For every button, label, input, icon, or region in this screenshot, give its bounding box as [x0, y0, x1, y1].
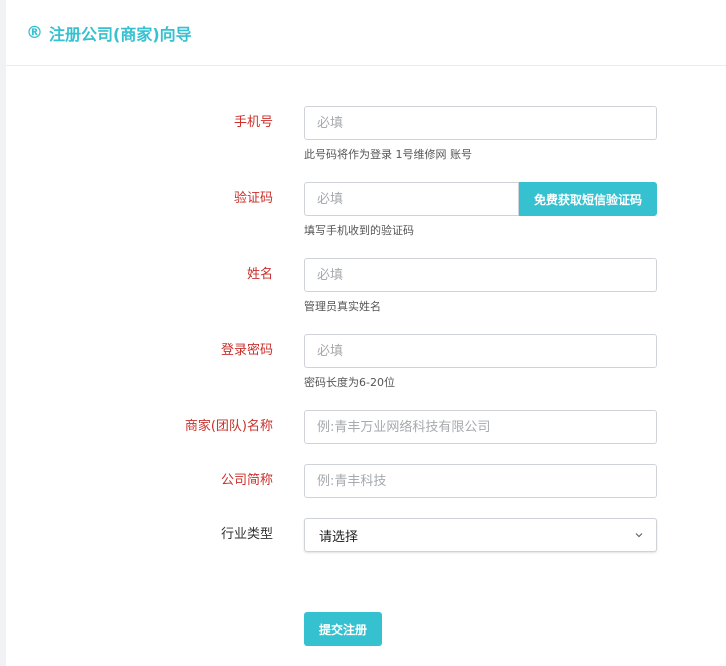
- name-input[interactable]: [304, 258, 657, 292]
- phone-input[interactable]: [304, 106, 657, 140]
- chevron-down-icon: [634, 530, 644, 540]
- password-input[interactable]: [304, 334, 657, 368]
- name-label: 姓名: [246, 267, 273, 282]
- page-header: ® 注册公司(商家)向导: [6, 0, 726, 66]
- industry-select[interactable]: 请选择: [304, 518, 657, 552]
- code-input[interactable]: [304, 182, 519, 216]
- page-title: 注册公司(商家)向导: [49, 24, 192, 44]
- merchant-label: 商家(团队)名称: [184, 419, 273, 434]
- phone-hint: 此号码将作为登录 1号维修网 账号: [304, 148, 472, 161]
- get-sms-code-button[interactable]: 免费获取短信验证码: [519, 182, 657, 216]
- merchant-name-input[interactable]: [304, 410, 657, 444]
- short-name-input[interactable]: [304, 464, 657, 498]
- password-label: 登录密码: [220, 343, 273, 358]
- industry-selected-value: 请选择: [319, 529, 359, 545]
- code-hint: 填写手机收到的验证码: [304, 224, 414, 237]
- registered-icon: ®: [26, 22, 43, 43]
- registration-card: ® 注册公司(商家)向导 手机号 此号码将作为登录 1号维修网 账号 验证码 免…: [6, 0, 726, 666]
- code-label: 验证码: [233, 191, 273, 206]
- password-hint: 密码长度为6-20位: [304, 376, 395, 389]
- phone-label: 手机号: [233, 115, 273, 130]
- industry-label: 行业类型: [220, 527, 273, 542]
- submit-button[interactable]: 提交注册: [304, 612, 382, 646]
- name-hint: 管理员真实姓名: [304, 300, 381, 313]
- short-name-label: 公司简称: [220, 473, 273, 488]
